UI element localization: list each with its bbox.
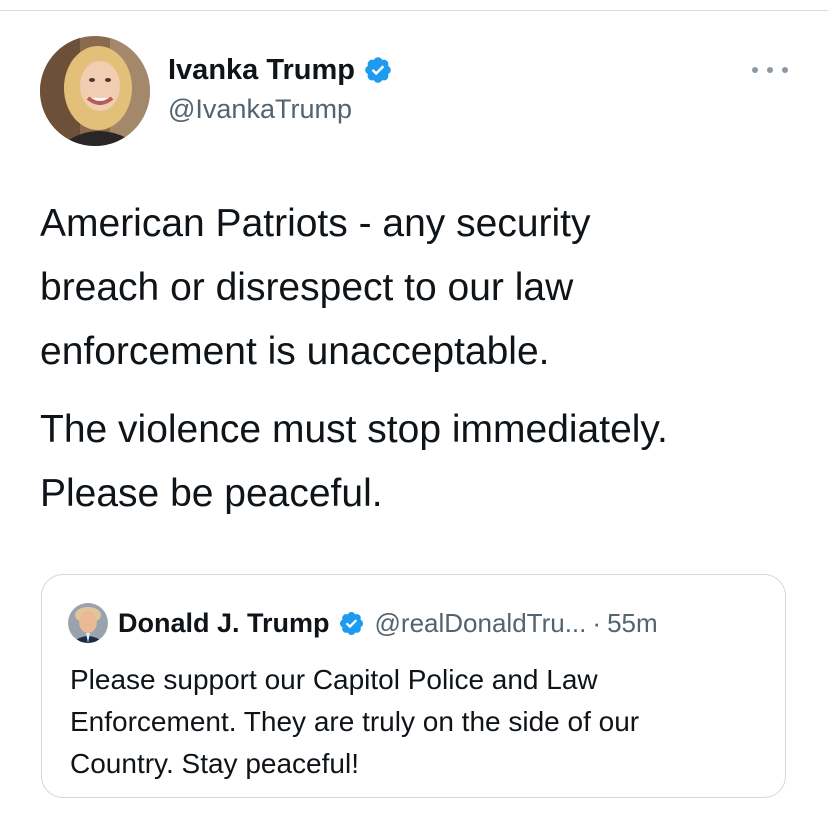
- quoted-tweet-header: Donald J. Trump @realDonaldTru... · 55m: [68, 603, 658, 643]
- verified-badge-icon: [338, 610, 365, 637]
- quoted-author-name[interactable]: Donald J. Trump: [118, 608, 330, 639]
- verified-badge-icon: [363, 55, 393, 85]
- more-dot: [782, 67, 788, 73]
- tweet-paragraph: American Patriots - any security breach …: [40, 202, 591, 373]
- quoted-author-handle[interactable]: @realDonaldTru...: [375, 608, 587, 639]
- tweet[interactable]: Ivanka Trump @IvankaTrump American Patri…: [0, 0, 828, 828]
- author-name-row: Ivanka Trump: [168, 50, 393, 90]
- quoted-tweet-time[interactable]: 55m: [607, 608, 658, 639]
- meta-separator: ·: [592, 607, 602, 638]
- tweet-paragraph: The violence must stop immediately. Plea…: [40, 408, 668, 515]
- author-avatar[interactable]: [40, 36, 150, 146]
- tweet-text: American Patriots - any security breach …: [40, 192, 800, 526]
- quoted-avatar-image: [68, 603, 108, 643]
- quoted-author-avatar[interactable]: [68, 603, 108, 643]
- quoted-tweet-text: Please support our Capitol Police and La…: [70, 664, 640, 779]
- avatar-image: [40, 36, 150, 146]
- author-handle[interactable]: @IvankaTrump: [168, 91, 352, 127]
- more-dot: [767, 67, 773, 73]
- more-dot: [752, 67, 758, 73]
- more-horizontal-icon[interactable]: [752, 60, 788, 80]
- author-name[interactable]: Ivanka Trump: [168, 50, 355, 90]
- quoted-tweet[interactable]: Donald J. Trump @realDonaldTru... · 55m …: [41, 574, 786, 798]
